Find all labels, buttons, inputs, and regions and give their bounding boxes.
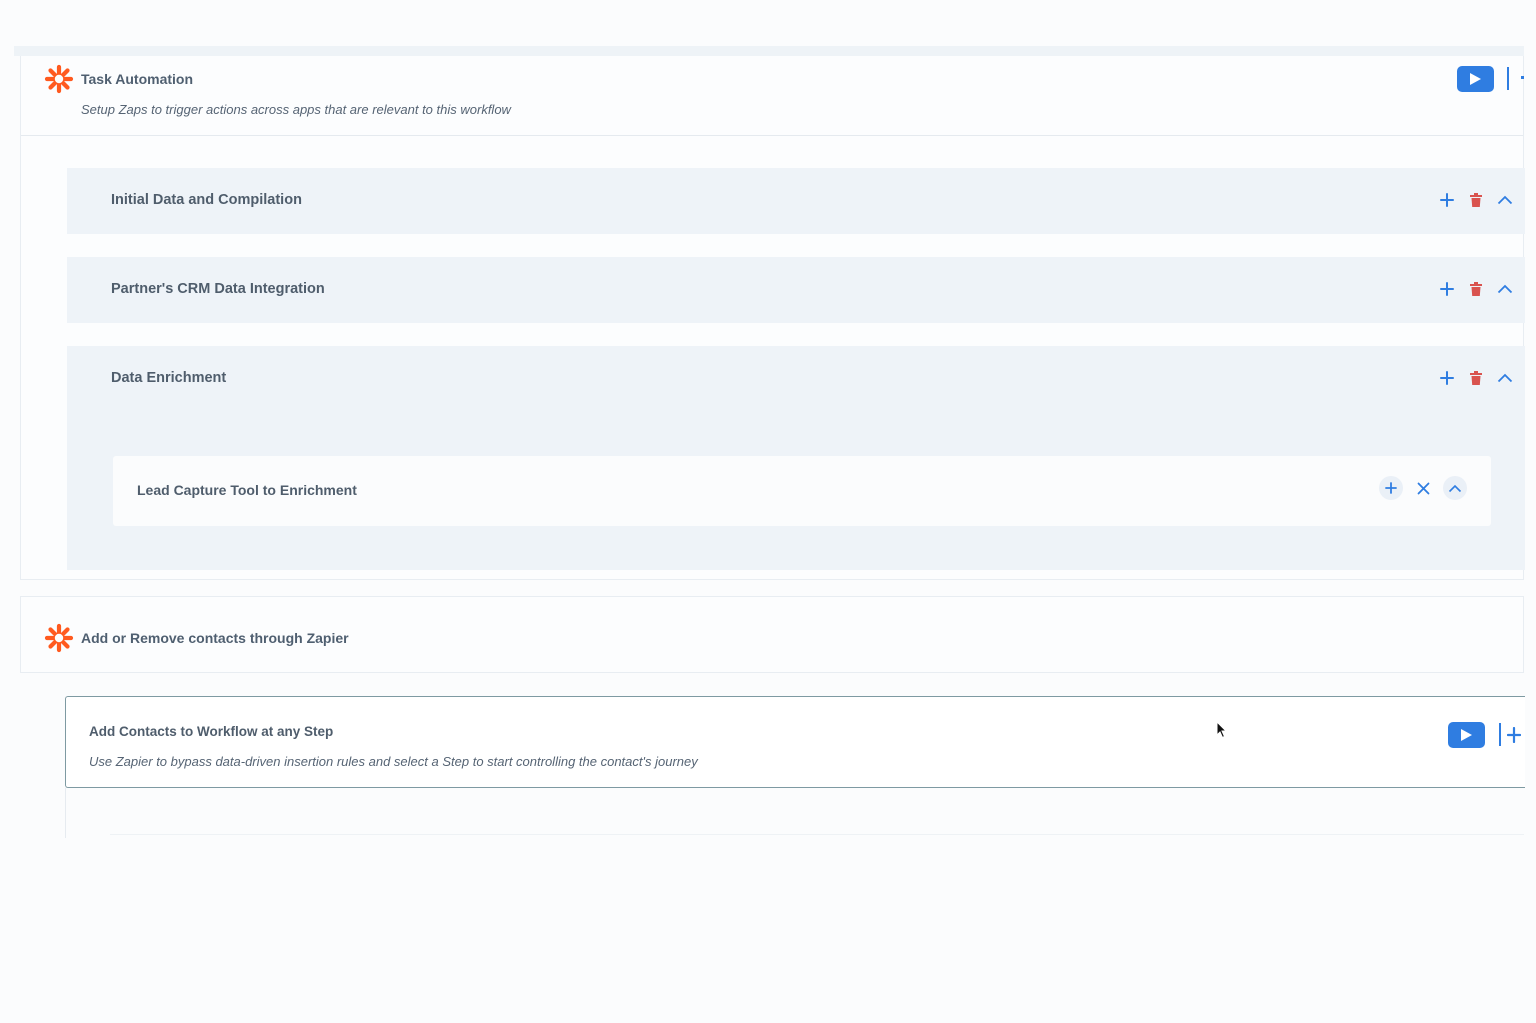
trigger-description: Use Zapier to bypass data-driven inserti… — [89, 754, 698, 769]
group-title: Data Enrichment — [111, 370, 227, 386]
add-icon[interactable] — [1507, 724, 1521, 746]
trash-icon[interactable] — [1465, 278, 1487, 300]
contacts-zapier-section: Add or Remove contacts through Zapier — [20, 596, 1524, 673]
section-title: Add or Remove contacts through Zapier — [81, 630, 349, 646]
group-initial-data[interactable]: Initial Data and Compilation — [67, 168, 1525, 234]
group-data-enrichment[interactable]: Data Enrichment Lead Capture Tool to Enr… — [67, 346, 1525, 570]
trigger-title: Add Contacts to Workflow at any Step — [89, 724, 334, 739]
tree-connector-horizontal — [110, 834, 1524, 835]
task-automation-section: Task Automation Setup Zaps to trigger ac… — [20, 56, 1525, 580]
add-icon[interactable] — [1436, 189, 1458, 211]
play-icon — [1461, 729, 1472, 741]
workflow-automation-page: Task Automation Setup Zaps to trigger ac… — [0, 0, 1536, 1023]
section-title: Task Automation — [81, 71, 194, 87]
group-partner-crm[interactable]: Partner's CRM Data Integration — [67, 257, 1525, 323]
add-icon[interactable] — [1379, 476, 1403, 500]
play-icon — [1470, 73, 1481, 85]
zapier-asterisk-icon — [44, 623, 74, 653]
zap-item-card[interactable]: Lead Capture Tool to Enrichment — [113, 456, 1491, 526]
trash-icon[interactable] — [1465, 367, 1487, 389]
video-tutorial-button[interactable] — [1448, 722, 1485, 748]
chevron-up-icon[interactable] — [1494, 278, 1516, 300]
group-title: Initial Data and Compilation — [111, 192, 302, 208]
add-icon[interactable] — [1436, 278, 1458, 300]
add-contacts-trigger-card[interactable]: Add Contacts to Workflow at any Step Use… — [65, 696, 1525, 788]
video-tutorial-button[interactable] — [1457, 66, 1494, 92]
chevron-up-icon[interactable] — [1494, 367, 1516, 389]
task-automation-header: Task Automation Setup Zaps to trigger ac… — [21, 56, 1524, 136]
add-icon[interactable] — [1436, 367, 1458, 389]
card-divider — [1499, 723, 1501, 746]
tree-connector-vertical — [65, 788, 66, 838]
chevron-up-icon[interactable] — [1494, 189, 1516, 211]
section-subtitle: Setup Zaps to trigger actions across app… — [81, 102, 511, 117]
truncated-add-icon[interactable] — [1521, 76, 1524, 79]
close-icon[interactable] — [1411, 476, 1435, 500]
header-divider — [1507, 67, 1509, 90]
zap-item-title: Lead Capture Tool to Enrichment — [137, 482, 357, 498]
zapier-asterisk-icon — [44, 64, 74, 94]
mouse-cursor-icon — [1216, 721, 1228, 739]
group-title: Partner's CRM Data Integration — [111, 281, 325, 297]
trash-icon[interactable] — [1465, 189, 1487, 211]
top-divider-strip — [14, 46, 1524, 56]
chevron-up-icon[interactable] — [1443, 476, 1467, 500]
